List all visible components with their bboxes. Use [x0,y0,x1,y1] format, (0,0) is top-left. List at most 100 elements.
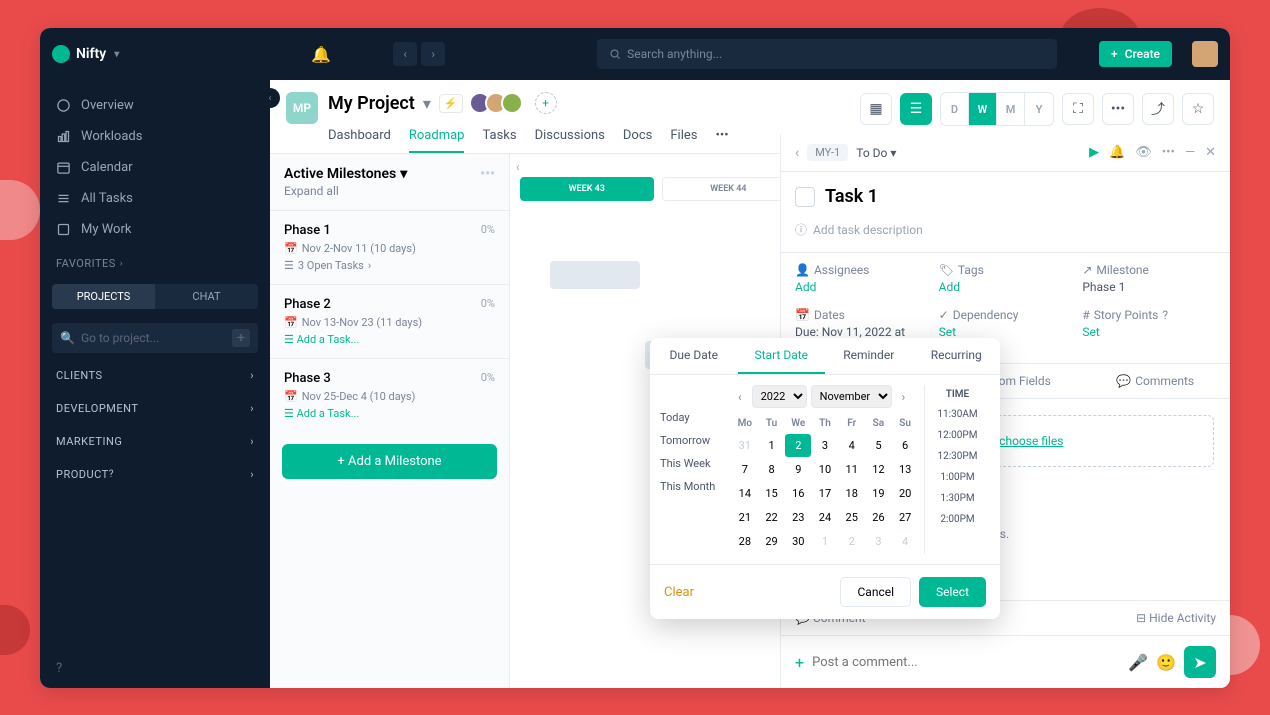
more-button[interactable]: ••• [1102,93,1134,125]
bolt-icon[interactable]: ⚡ [439,94,463,113]
view-month[interactable]: M [997,93,1025,125]
tab-docs[interactable]: Docs [623,120,652,153]
calendar-day[interactable]: 24 [812,506,838,529]
project-search[interactable]: 🔍 Go to project... + [52,323,258,353]
tags-add[interactable]: Add [939,280,1073,294]
send-button[interactable]: ➤ [1184,646,1216,678]
prev-month-button[interactable]: ‹ [732,388,748,406]
calendar-day[interactable]: 20 [892,482,918,505]
favorites-header[interactable]: FAVORITES › [40,245,270,276]
calendar-day[interactable]: 25 [839,506,865,529]
quick-tomorrow[interactable]: Tomorrow [660,434,732,447]
back-button[interactable]: ‹ [795,145,799,161]
week-44[interactable]: WEEK 44 [662,177,796,201]
share-button[interactable]: ⤴ [1142,93,1174,125]
year-select[interactable]: 2022 [752,385,807,408]
more-icon[interactable]: ••• [1162,145,1175,160]
clear-button[interactable]: Clear [664,585,694,600]
nav-forward-button[interactable]: › [421,42,445,66]
tab-projects[interactable]: PROJECTS [52,284,155,309]
select-button[interactable]: Select [919,577,986,607]
collapse-sidebar-button[interactable]: ‹ [260,88,280,108]
user-avatar[interactable] [1192,41,1218,67]
sidebar-item-alltasks[interactable]: All Tasks [40,183,270,214]
task-title[interactable]: Task 1 [825,186,878,207]
calendar-day[interactable]: 4 [839,434,865,457]
close-icon[interactable]: ✕ [1205,145,1216,160]
help-icon[interactable]: ? [56,661,62,676]
cancel-button[interactable]: Cancel [840,577,911,607]
calendar-day[interactable]: 18 [839,482,865,505]
expand-all-button[interactable]: Expand all [284,184,495,198]
complete-checkbox[interactable] [795,187,815,207]
task-id[interactable]: MY-1 [807,144,848,161]
time-option[interactable]: 12:30PM [925,446,990,467]
calendar-day[interactable]: 1 [812,530,838,553]
sidebar-item-overview[interactable]: Overview [40,90,270,121]
calendar-day[interactable]: 16 [785,482,811,505]
tab-files[interactable]: Files [670,120,697,153]
tab-roadmap[interactable]: Roadmap [409,120,465,153]
category-development[interactable]: DEVELOPMENT› [40,392,270,425]
calendar-day[interactable]: 6 [892,434,918,457]
add-task-link[interactable]: ☰ Add a Task... [284,407,495,420]
emoji-icon[interactable]: 🙂 [1156,653,1176,672]
calendar-day[interactable]: 8 [759,458,785,481]
time-option[interactable]: 11:30AM [925,404,990,425]
choose-files-link[interactable]: choose files [999,434,1063,448]
view-year[interactable]: Y [1025,93,1053,125]
assignees-add[interactable]: Add [795,280,929,294]
milestone-phase-1[interactable]: Phase 1 📅 Nov 2-Nov 11 (10 days) ☰ 3 Ope… [270,210,509,284]
hide-activity-button[interactable]: ⊟ Hide Activity [1136,611,1216,625]
next-month-button[interactable]: › [896,388,912,406]
play-icon[interactable]: ▶ [1089,145,1099,160]
view-day[interactable]: D [941,93,969,125]
calendar-day[interactable]: 14 [732,482,758,505]
timeline-prev[interactable]: ‹ [516,160,520,174]
calendar-day[interactable]: 4 [892,530,918,553]
category-marketing[interactable]: MARKETING› [40,425,270,458]
add-project-button[interactable]: + [232,329,250,347]
app-logo[interactable]: Nifty ▾ [52,45,119,63]
calendar-day[interactable]: 1 [759,434,785,457]
calendar-day[interactable]: 5 [866,434,892,457]
add-icon[interactable]: + [795,653,804,672]
tab-recurring[interactable]: Recurring [913,338,1001,374]
bell-icon[interactable]: 🔔 [311,45,331,64]
nav-back-button[interactable]: ‹ [393,42,417,66]
member-avatar[interactable] [501,92,523,114]
tab-dashboard[interactable]: Dashboard [328,120,391,153]
calendar-day[interactable]: 17 [812,482,838,505]
calendar-day[interactable]: 29 [759,530,785,553]
tab-tasks[interactable]: Tasks [482,120,516,153]
calendar-day[interactable]: 7 [732,458,758,481]
time-option[interactable]: 2:00PM [925,509,990,530]
milestone-phase-3[interactable]: Phase 3 📅 Nov 25-Dec 4 (10 days) ☰ Add a… [270,358,509,432]
dependency-set[interactable]: Set [939,325,1073,339]
calendar-day[interactable]: 31 [732,434,758,457]
calendar-day[interactable]: 3 [866,530,892,553]
calendar-day[interactable]: 19 [866,482,892,505]
calendar-day[interactable]: 26 [866,506,892,529]
calendar-day[interactable]: 28 [732,530,758,553]
calendar-day[interactable]: 22 [759,506,785,529]
comment-field[interactable] [812,655,1120,670]
grid-view-button[interactable]: ▦ [860,93,892,125]
quick-thisweek[interactable]: This Week [660,457,732,470]
focus-button[interactable]: ⛶ [1062,93,1094,125]
calendar-day[interactable]: 15 [759,482,785,505]
sidebar-item-calendar[interactable]: Calendar [40,152,270,183]
calendar-day[interactable]: 13 [892,458,918,481]
tab-discussions[interactable]: Discussions [535,120,605,153]
month-select[interactable]: November [811,385,892,408]
tab-chat[interactable]: CHAT [155,284,258,309]
calendar-day[interactable]: 3 [812,434,838,457]
calendar-day[interactable]: 12 [866,458,892,481]
sidebar-item-mywork[interactable]: My Work [40,214,270,245]
milestones-title[interactable]: Active Milestones ▾ ••• [284,166,495,182]
tab-comments[interactable]: 💬 Comments [1080,364,1230,398]
calendar-day[interactable]: 9 [785,458,811,481]
mic-icon[interactable]: 🎤 [1128,653,1148,672]
calendar-day[interactable]: 10 [812,458,838,481]
view-week[interactable]: W [969,93,997,125]
